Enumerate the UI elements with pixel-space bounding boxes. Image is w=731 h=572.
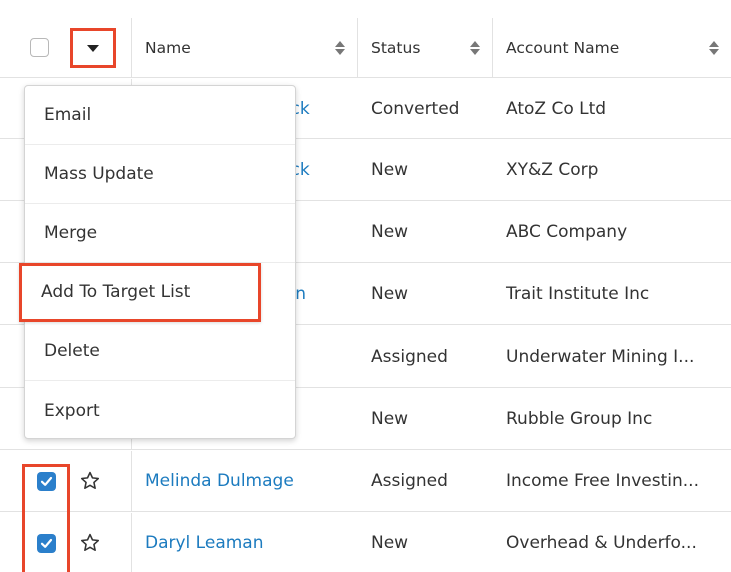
actions-dropdown-button[interactable] (70, 28, 116, 68)
menu-item-merge[interactable]: Merge (25, 204, 295, 263)
menu-item-mass-update[interactable]: Mass Update (25, 145, 295, 204)
status-value: New (371, 284, 409, 304)
status-cell: New (357, 389, 492, 449)
table-row: Daryl Leaman New Overhead & Underfo... (0, 513, 731, 572)
account-name-value: Overhead & Underfo... (506, 533, 697, 553)
status-cell: Converted (357, 79, 492, 138)
account-cell: Rubble Group Inc (492, 389, 731, 449)
actions-dropdown-menu: Email Mass Update Merge Add To Target Li… (19, 85, 296, 440)
status-cell: Assigned (357, 451, 492, 511)
account-cell: Overhead & Underfo... (492, 513, 731, 572)
sort-icon[interactable] (709, 40, 719, 56)
status-cell: Assigned (357, 326, 492, 387)
name-cell: Daryl Leaman (131, 513, 357, 572)
account-cell: XY&Z Corp (492, 140, 731, 200)
status-value: New (371, 222, 409, 242)
account-cell: AtoZ Co Ltd (492, 79, 731, 138)
status-cell: New (357, 264, 492, 324)
column-header-name[interactable]: Name (131, 18, 357, 77)
table-row: Melinda Dulmage Assigned Income Free Inv… (0, 451, 731, 512)
select-all-checkbox[interactable] (30, 38, 49, 57)
column-header-account-name[interactable]: Account Name (492, 18, 731, 77)
column-header-label: Account Name (506, 38, 620, 57)
account-name-value: Trait Institute Inc (506, 284, 650, 304)
status-value: New (371, 160, 409, 180)
column-header-label: Status (371, 38, 421, 57)
menu-item-add-to-target-list[interactable]: Add To Target List (19, 263, 261, 322)
status-value: Assigned (371, 471, 448, 491)
account-cell: Underwater Mining I... (492, 326, 731, 387)
status-value: New (371, 409, 409, 429)
star-icon[interactable] (79, 532, 101, 554)
account-name-value: Underwater Mining I... (506, 346, 695, 367)
table-header-row: Name Status Account Name (0, 18, 731, 78)
status-cell: New (357, 513, 492, 572)
account-name-value: Rubble Group Inc (506, 409, 653, 429)
account-cell: Trait Institute Inc (492, 264, 731, 324)
menu-item-export[interactable]: Export (25, 381, 295, 440)
selected-rows-highlight (22, 464, 70, 572)
menu-item-delete[interactable]: Delete (25, 322, 295, 381)
lead-name-link[interactable]: Melinda Dulmage (145, 471, 294, 491)
lead-name-link[interactable]: Daryl Leaman (145, 533, 264, 553)
status-cell: New (357, 140, 492, 200)
name-cell: Melinda Dulmage (131, 451, 357, 511)
caret-down-icon (87, 44, 99, 52)
column-header-status[interactable]: Status (357, 18, 492, 77)
account-name-value: XY&Z Corp (506, 160, 599, 180)
status-value: Assigned (371, 346, 448, 367)
star-icon[interactable] (79, 470, 101, 492)
menu-item-email[interactable]: Email (25, 86, 295, 145)
column-header-label: Name (145, 38, 191, 57)
account-name-value: AtoZ Co Ltd (506, 98, 607, 119)
account-name-value: Income Free Investin... (506, 471, 699, 491)
page-title-cut (30, 0, 37, 8)
sort-icon[interactable] (335, 40, 345, 56)
account-cell: ABC Company (492, 202, 731, 262)
select-all-cell (0, 18, 131, 77)
sort-icon[interactable] (470, 40, 480, 56)
status-cell: New (357, 202, 492, 262)
account-name-value: ABC Company (506, 222, 628, 242)
account-cell: Income Free Investin... (492, 451, 731, 511)
status-value: New (371, 533, 409, 553)
status-value: Converted (371, 98, 460, 119)
